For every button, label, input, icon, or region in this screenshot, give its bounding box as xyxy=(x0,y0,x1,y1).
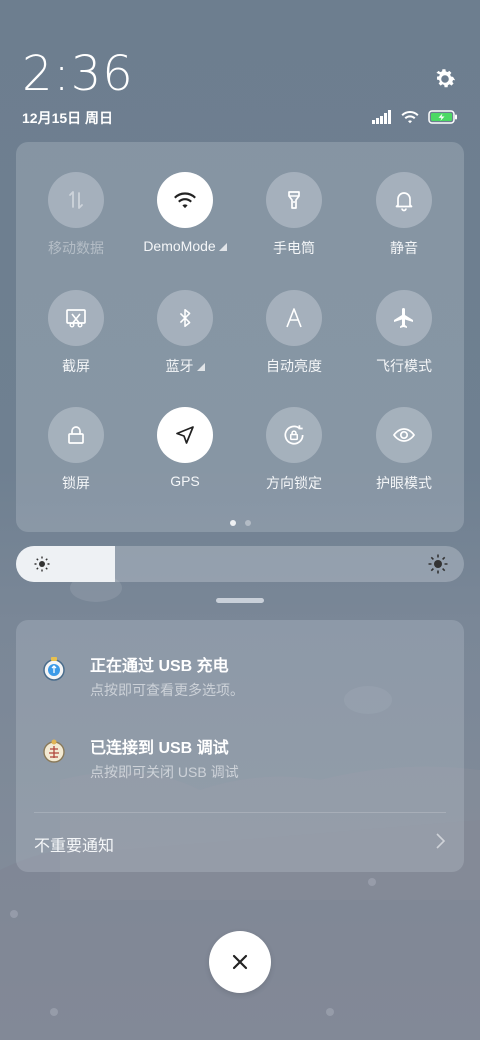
usb-charging-icon xyxy=(43,657,65,681)
tile-button[interactable] xyxy=(157,290,213,346)
wifi-icon xyxy=(401,111,419,124)
tile-wifi[interactable]: DemoMode xyxy=(130,172,240,254)
flashlight-icon xyxy=(288,191,300,209)
minor-notifications-link[interactable]: 不重要通知 xyxy=(34,832,114,856)
tile-button[interactable] xyxy=(157,407,213,463)
tile-button[interactable] xyxy=(266,172,322,228)
tile-label-text: DemoMode xyxy=(143,238,216,254)
brightness-low-icon xyxy=(34,556,50,572)
tile-rotation-lock[interactable]: 方向锁定 xyxy=(239,407,349,493)
usb-debug-icon xyxy=(43,739,65,763)
tile-label: 自动亮度 xyxy=(266,358,322,374)
tile-label: 静音 xyxy=(390,240,418,256)
divider xyxy=(34,812,446,813)
page-dot-active[interactable] xyxy=(229,520,236,526)
clock: 2:36 xyxy=(22,46,134,102)
status-header: 2:36 12月15日 周日 xyxy=(22,48,458,128)
brightness-high-icon xyxy=(428,554,448,574)
tile-label: 截屏 xyxy=(62,358,90,374)
tile-label: 移动数据 xyxy=(48,240,104,256)
tile-button[interactable] xyxy=(376,172,432,228)
bell-icon xyxy=(395,192,413,212)
lock-icon xyxy=(68,426,84,444)
tile-auto-brightness[interactable]: 自动亮度 xyxy=(239,290,349,376)
notification-title: 已连接到 USB 调试 xyxy=(90,740,229,757)
tile-label: 手电筒 xyxy=(273,240,315,256)
clear-notifications-button[interactable] xyxy=(209,931,271,993)
gear-icon[interactable] xyxy=(432,66,458,92)
date: 12月15日 周日 xyxy=(22,110,114,126)
notification-item[interactable]: 已连接到 USB 调试 点按即可关闭 USB 调试 xyxy=(16,702,464,782)
tile-button[interactable] xyxy=(48,290,104,346)
tile-label-text: 蓝牙 xyxy=(165,358,194,374)
tile-label: 方向锁定 xyxy=(266,475,322,491)
location-arrow-icon xyxy=(176,426,194,444)
notification-panel: 正在通过 USB 充电 点按即可查看更多选项。 已连接到 USB 调试 点按即可… xyxy=(16,620,464,872)
brightness-fill xyxy=(16,546,115,582)
tile-button[interactable] xyxy=(376,407,432,463)
expand-triangle-icon xyxy=(218,243,227,251)
page-indicator xyxy=(16,520,464,526)
chevron-right-icon[interactable] xyxy=(434,832,446,850)
tile-button[interactable] xyxy=(157,172,213,228)
tile-label: 护眼模式 xyxy=(376,475,432,491)
auto-brightness-icon xyxy=(286,308,302,328)
tile-button[interactable] xyxy=(266,407,322,463)
system-icons xyxy=(372,108,458,126)
tile-airplane[interactable]: 飞行模式 xyxy=(349,290,459,376)
rotation-lock-icon xyxy=(284,425,304,445)
expand-triangle-icon xyxy=(196,363,205,371)
tile-label: DemoMode xyxy=(130,238,240,254)
tile-mobile-data[interactable]: 移动数据 xyxy=(21,172,131,258)
tile-gps[interactable]: GPS xyxy=(130,407,240,489)
tile-label: GPS xyxy=(170,473,200,489)
page-dot[interactable] xyxy=(244,520,251,526)
tile-silent[interactable]: 静音 xyxy=(349,172,459,258)
notification-subtitle: 点按即可查看更多选项。 xyxy=(90,682,244,698)
tile-label: 蓝牙 xyxy=(130,356,240,376)
brightness-slider[interactable] xyxy=(16,546,464,582)
signal-icon xyxy=(372,110,391,124)
battery-charging-icon xyxy=(428,110,457,124)
tile-label: 飞行模式 xyxy=(376,358,432,374)
mobile-data-icon xyxy=(69,191,83,209)
close-icon xyxy=(232,954,248,970)
tile-screenshot[interactable]: 截屏 xyxy=(21,290,131,376)
wifi-icon xyxy=(174,192,196,209)
screenshot-icon xyxy=(66,309,86,328)
tile-button[interactable] xyxy=(48,172,104,228)
tile-button[interactable] xyxy=(48,407,104,463)
airplane-icon xyxy=(394,308,413,328)
notification-item[interactable]: 正在通过 USB 充电 点按即可查看更多选项。 xyxy=(16,620,464,700)
tile-bluetooth[interactable]: 蓝牙 xyxy=(130,290,240,376)
drag-handle[interactable] xyxy=(216,598,264,603)
tile-lock-screen[interactable]: 锁屏 xyxy=(21,407,131,493)
notification-subtitle: 点按即可关闭 USB 调试 xyxy=(90,764,239,780)
tile-eye-protection[interactable]: 护眼模式 xyxy=(349,407,459,493)
tile-button[interactable] xyxy=(266,290,322,346)
bluetooth-icon xyxy=(179,308,191,328)
tile-button[interactable] xyxy=(376,290,432,346)
tile-flashlight[interactable]: 手电筒 xyxy=(239,172,349,258)
quick-settings-panel: 移动数据 DemoMode 手电筒 静音 截屏 蓝牙 自动亮度 飞行模式 锁屏 … xyxy=(16,142,464,532)
notification-title: 正在通过 USB 充电 xyxy=(90,658,229,675)
tile-label: 锁屏 xyxy=(62,475,90,491)
eye-icon xyxy=(392,428,416,442)
